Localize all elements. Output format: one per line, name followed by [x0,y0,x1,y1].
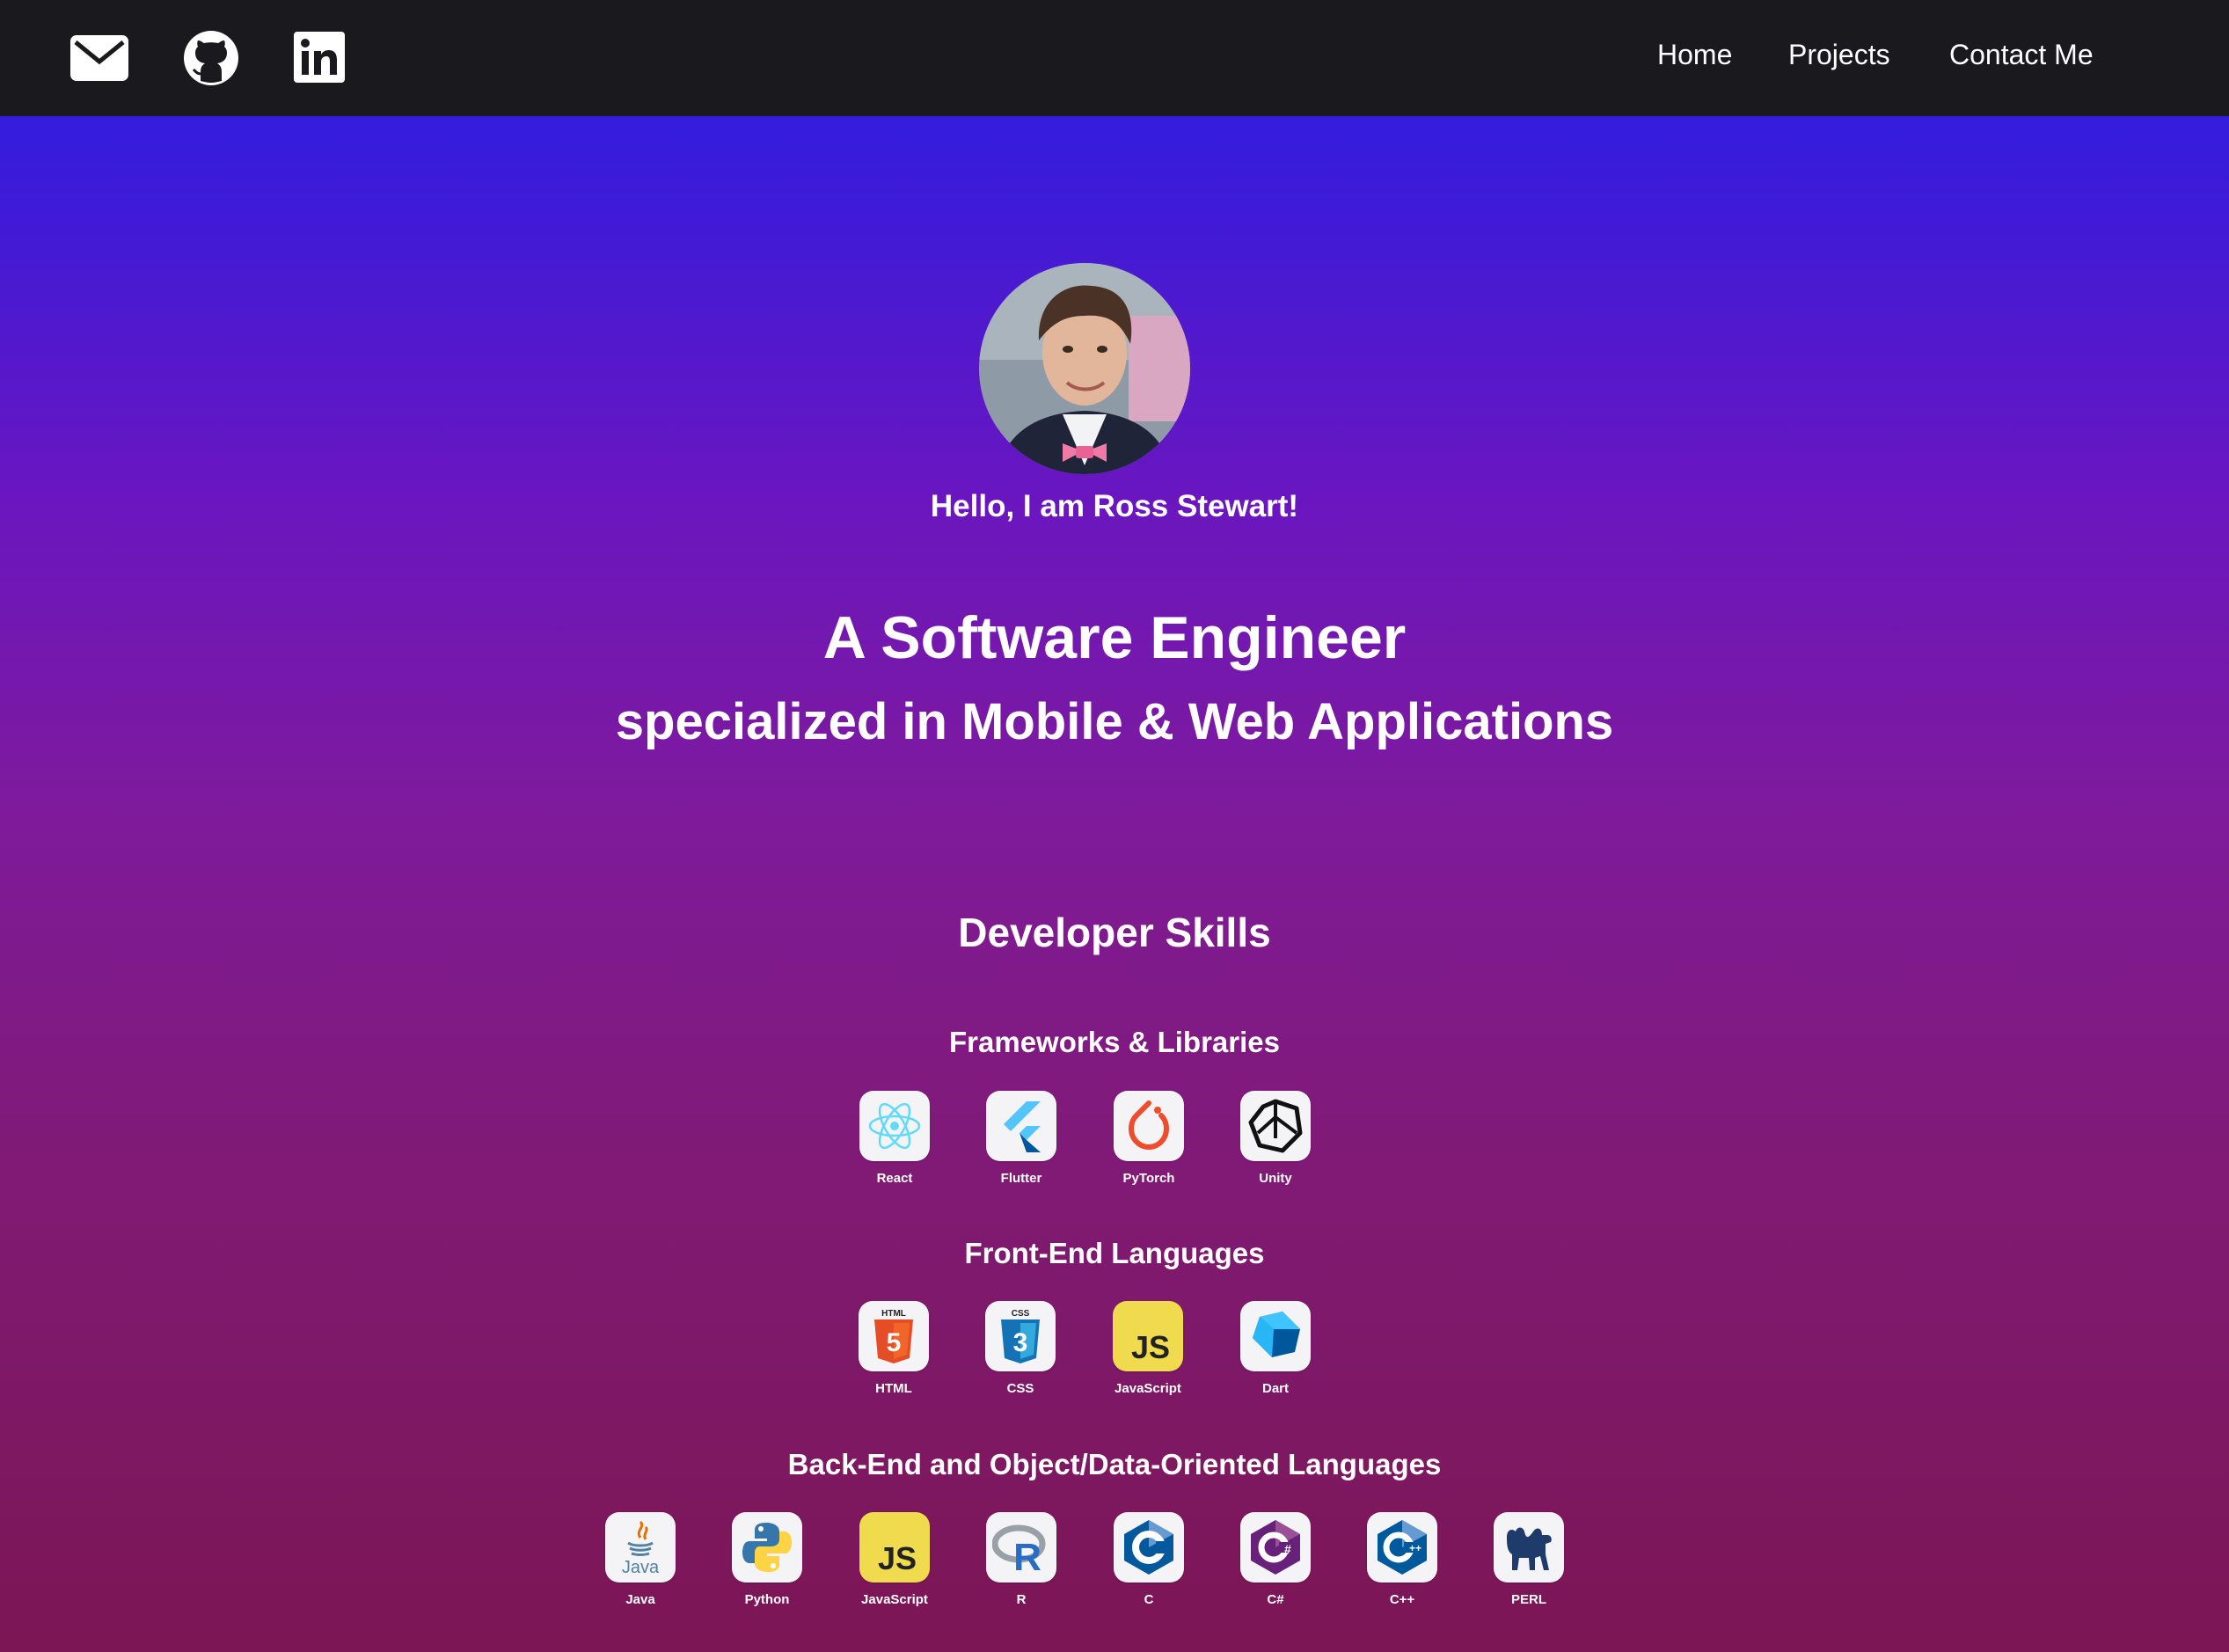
category-title-back-end: Back-End and Object/Data-Oriented Langua… [787,1448,1442,1480]
javascript-icon: JS [1131,1329,1170,1365]
hero-greeting: Hello, I am Ross Stewart! [930,489,1299,523]
svg-text:#: # [1284,1542,1291,1556]
category-title-frameworks: Frameworks & Libraries [949,1026,1280,1058]
skill-react: React [846,1091,943,1186]
skill-label: PyTorch [1122,1171,1175,1186]
skill-perl: PERL [1480,1512,1577,1607]
skill-label: HTML [875,1381,912,1396]
c-icon [1124,1520,1173,1575]
skill-label: CSS [1006,1381,1034,1396]
skill-cpp: ++ C++ [1354,1512,1451,1607]
skill-label: Unity [1259,1171,1292,1186]
mail-icon[interactable] [70,35,128,81]
skill-javascript-backend: JS JavaScript [846,1512,943,1607]
hero-title: A Software Engineer [822,604,1407,671]
svg-text:3: 3 [1013,1328,1028,1357]
skill-java: Java Java [592,1512,689,1607]
perl-icon [1507,1527,1552,1570]
python-icon [742,1523,792,1572]
css3-icon: CSS 3 [1001,1309,1040,1363]
svg-text:Java: Java [622,1558,660,1576]
nav-link-contact-me[interactable]: Contact Me [1949,39,2094,71]
skill-label: Java [625,1592,655,1607]
skill-label: C++ [1389,1592,1415,1607]
skill-label: JavaScript [861,1592,928,1607]
skill-label: R [1016,1592,1027,1607]
skill-dart: Dart [1227,1301,1324,1396]
skill-label: C# [1267,1592,1284,1607]
skill-label: Flutter [1000,1171,1042,1186]
skill-label: C [1144,1592,1154,1607]
skill-html: HTML 5 HTML [845,1301,942,1396]
flutter-icon [1004,1101,1041,1152]
skill-label: PERL [1510,1592,1546,1607]
html5-icon: HTML 5 [874,1309,913,1363]
skill-label: Dart [1261,1381,1289,1396]
skill-flutter: Flutter [973,1091,1070,1186]
svg-text:CSS: CSS [1012,1309,1030,1319]
svg-text:R: R [1013,1536,1041,1574]
skill-javascript: JS JavaScript [1100,1301,1196,1396]
svg-text:JS: JS [878,1540,917,1576]
skill-pytorch: PyTorch [1100,1091,1197,1186]
svg-text:JS: JS [1131,1329,1170,1365]
skill-css: CSS 3 CSS [972,1301,1069,1396]
skill-label: JavaScript [1114,1381,1181,1396]
svg-text:5: 5 [887,1328,902,1357]
dart-icon [1253,1312,1300,1357]
category-title-front-end: Front-End Languages [964,1237,1265,1269]
skill-label: React [876,1171,913,1186]
linkedin-icon[interactable] [294,32,345,83]
skill-c: C [1100,1512,1197,1607]
github-icon[interactable] [183,30,239,86]
skill-r: R R [973,1512,1070,1607]
nav-link-projects[interactable]: Projects [1788,39,1890,71]
top-navbar: Home Projects Contact Me [0,0,2229,116]
unity-icon [1248,1099,1303,1153]
cpp-icon: ++ [1378,1520,1427,1575]
react-icon [868,1102,921,1150]
pytorch-icon [1129,1100,1169,1150]
svg-text:++: ++ [1409,1542,1421,1554]
skill-python: Python [719,1512,815,1607]
hero-subtitle: specialized in Mobile & Web Applications [615,693,1614,750]
javascript-icon: JS [878,1540,917,1576]
skill-unity: Unity [1227,1091,1324,1186]
nav-link-home[interactable]: Home [1657,39,1732,71]
skill-csharp: # C# [1227,1512,1324,1607]
csharp-icon: # [1251,1520,1300,1575]
r-icon: R [992,1524,1046,1574]
svg-text:HTML: HTML [881,1309,906,1319]
developer-skills-heading: Developer Skills [958,910,1271,955]
profile-avatar [979,263,1190,474]
skill-label: Python [744,1592,790,1607]
java-icon: Java [622,1520,660,1576]
